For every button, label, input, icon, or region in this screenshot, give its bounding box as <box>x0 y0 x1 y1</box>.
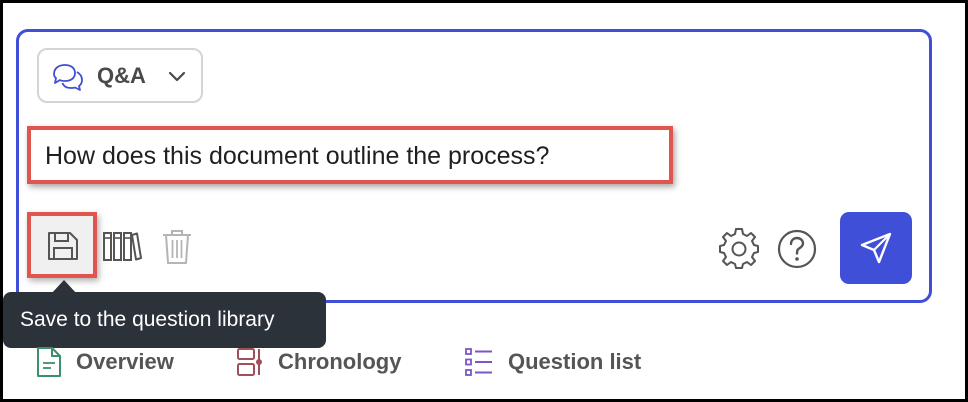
tab-question-list-label: Question list <box>508 349 642 374</box>
question-text: How does this document outline the proce… <box>45 142 550 170</box>
tab-question-list[interactable]: Question list <box>464 340 641 384</box>
tab-chronology[interactable]: Chronology <box>236 340 401 384</box>
gear-icon <box>719 228 759 269</box>
question-library-button[interactable] <box>102 228 142 264</box>
question-circle-icon <box>777 229 817 269</box>
question-input[interactable]: How does this document outline the proce… <box>27 126 673 184</box>
trash-icon <box>163 230 191 264</box>
settings-button[interactable] <box>718 228 760 270</box>
paper-plane-icon <box>860 232 892 264</box>
mode-select-dropdown[interactable]: Q&A <box>37 48 203 103</box>
chevron-down-icon <box>168 71 186 82</box>
document-icon <box>37 347 61 377</box>
timeline-icon <box>237 348 262 376</box>
list-icon <box>465 348 492 376</box>
tab-chronology-label: Chronology <box>278 349 402 374</box>
tab-overview[interactable]: Overview <box>36 340 174 384</box>
floppy-disk-icon <box>48 232 78 260</box>
mode-select-label: Q&A <box>97 63 146 88</box>
chat-bubbles-icon <box>53 64 83 91</box>
save-question-button[interactable] <box>27 212 97 278</box>
tooltip-text: Save to the question library <box>20 308 275 331</box>
help-button[interactable] <box>776 228 818 270</box>
delete-question-button[interactable] <box>160 228 194 266</box>
send-button[interactable] <box>840 212 912 284</box>
tab-overview-label: Overview <box>76 349 174 374</box>
books-icon <box>103 232 142 261</box>
